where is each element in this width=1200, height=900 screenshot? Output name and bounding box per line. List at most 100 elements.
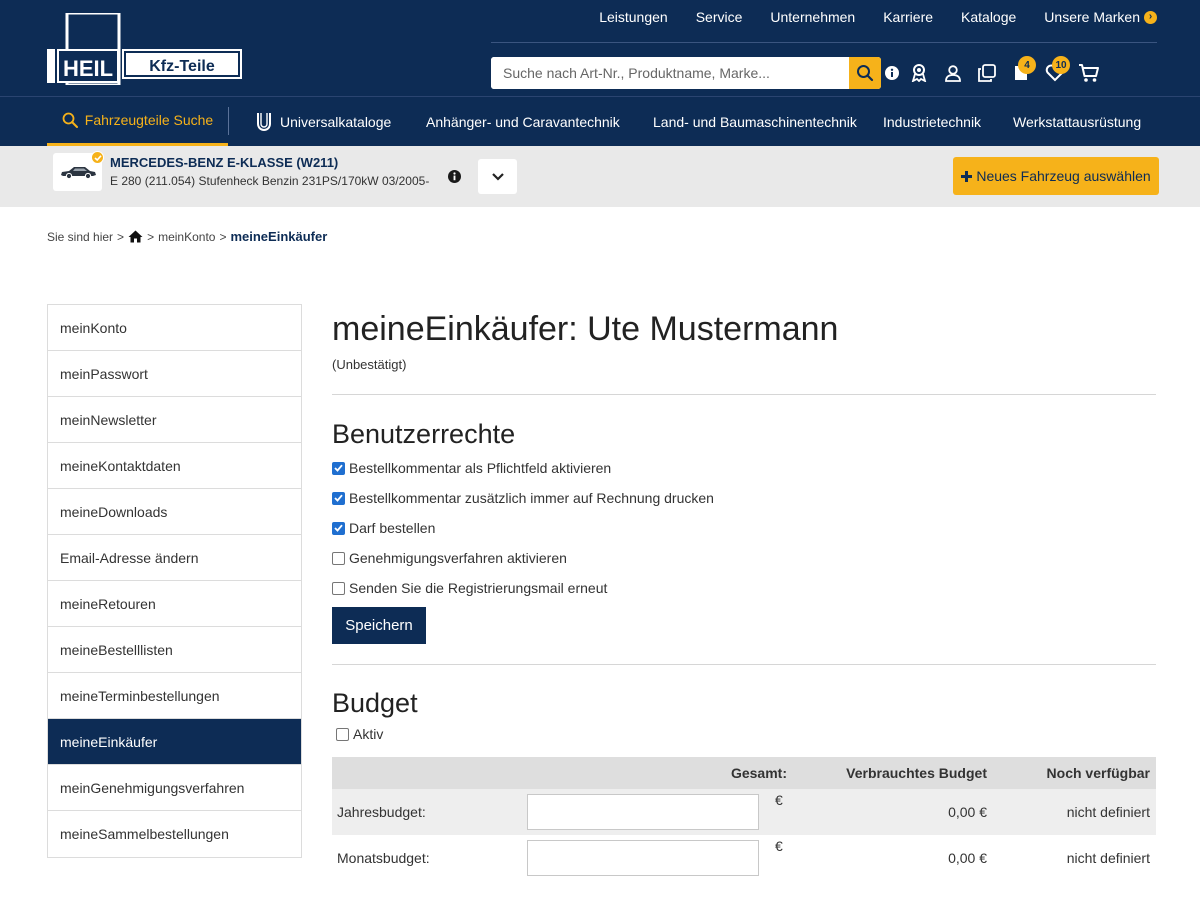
vehicle-info-icon[interactable] — [448, 170, 461, 183]
top-links: Leistungen Service Unternehmen Karriere … — [585, 8, 1157, 26]
checkbox-unchecked[interactable] — [332, 581, 345, 595]
page-title: meineEinkäufer: Ute Mustermann — [332, 310, 839, 348]
sidebar-item-meinebestelllisten[interactable]: meineBestelllisten — [48, 627, 301, 673]
checkbox-unchecked[interactable] — [336, 727, 349, 741]
toplink-kataloge[interactable]: Kataloge — [947, 8, 1030, 26]
toplink-karriere[interactable]: Karriere — [869, 8, 947, 26]
sidebar-item-meineeinkaeufer[interactable]: meineEinkäufer — [48, 719, 301, 765]
rights-list: Bestellkommentar als Pflichtfeld aktivie… — [332, 453, 1156, 603]
orders-badge: 4 — [1018, 56, 1036, 74]
monatsbudget-input[interactable] — [527, 840, 759, 876]
wishlist-button[interactable]: 10 — [1038, 56, 1072, 89]
nav-anhaenger-caravantechnik[interactable]: Anhänger- und Caravantechnik — [426, 97, 620, 146]
budget-row-input-cell: € — [527, 835, 787, 881]
breadcrumb-item-meinkonto[interactable]: meinKonto — [158, 230, 215, 244]
new-vehicle-button[interactable]: Neues Fahrzeug auswählen — [953, 157, 1159, 195]
sidebar-item-meinekontaktdaten[interactable]: meineKontaktdaten — [48, 443, 301, 489]
vehicle-selected-check-icon — [91, 151, 104, 164]
budget-title: Budget — [332, 688, 418, 718]
search-bar — [491, 57, 881, 89]
sidebar-item-email-aendern[interactable]: Email-Adresse ändern — [48, 535, 301, 581]
budget-row-available: nicht definiert — [1066, 804, 1150, 820]
jahresbudget-input[interactable] — [527, 794, 759, 830]
toplink-unternehmen[interactable]: Unternehmen — [756, 8, 869, 26]
budget-table-header: Gesamt: Verbrauchtes Budget Noch verfügb… — [332, 757, 1156, 789]
info-icon — [885, 66, 899, 80]
cart-button[interactable] — [1072, 57, 1106, 89]
sidebar-item-meinnewsletter[interactable]: meinNewsletter — [48, 397, 301, 443]
toplink-unsere-marken[interactable]: Unsere Marken › — [1030, 8, 1157, 26]
right-label: Genehmigungsverfahren aktivieren — [349, 550, 567, 566]
sidebar-item-meinpasswort[interactable]: meinPasswort — [48, 351, 301, 397]
right-rechnung-drucken[interactable]: Bestellkommentar zusätzlich immer auf Re… — [332, 483, 1156, 513]
table-row: Jahresbudget: € 0,00 € nicht definiert — [332, 789, 1156, 835]
sidebar-item-meinkonto[interactable]: meinKonto — [48, 305, 301, 351]
right-genehmigungsverfahren[interactable]: Genehmigungsverfahren aktivieren — [332, 543, 1156, 573]
compare-button[interactable] — [970, 57, 1004, 89]
account-button[interactable] — [936, 57, 970, 89]
right-darf-bestellen[interactable]: Darf bestellen — [332, 513, 1156, 543]
right-pflichtfeld[interactable]: Bestellkommentar als Pflichtfeld aktivie… — [332, 453, 1156, 483]
header-divider — [491, 42, 1157, 43]
search-icon — [857, 65, 874, 82]
section-divider — [332, 664, 1156, 665]
rights-title: Benutzerrechte — [332, 419, 516, 449]
breadcrumb: Sie sind hier > > meinKonto > meineEinkä… — [47, 229, 327, 244]
nav-land-baumaschinentechnik[interactable]: Land- und Baumaschinentechnik — [653, 97, 857, 146]
nav-industrietechnik[interactable]: Industrietechnik — [883, 97, 981, 146]
search-input[interactable] — [491, 57, 847, 89]
arrow-right-circle-icon: › — [1144, 10, 1157, 24]
toplink-service[interactable]: Service — [682, 8, 757, 26]
site-header: HEIL Kfz-Teile Leistungen Service Untern… — [0, 0, 1200, 96]
save-button[interactable]: Speichern — [332, 607, 426, 644]
sidebar-item-meinedownloads[interactable]: meineDownloads — [48, 489, 301, 535]
nav-fahrzeugteile-suche[interactable]: Fahrzeugteile Suche — [47, 97, 228, 146]
toplink-leistungen[interactable]: Leistungen — [585, 8, 682, 26]
budget-row-label: Monatsbudget: — [337, 850, 430, 866]
section-divider — [332, 394, 1156, 395]
vehicle-subtitle: E 280 (211.054) Stufenheck Benzin 231PS/… — [110, 174, 430, 188]
search-button[interactable] — [849, 57, 881, 89]
sidebar-item-meinesammelbestellungen[interactable]: meineSammelbestellungen — [48, 811, 301, 857]
award-button[interactable] — [902, 57, 936, 89]
nav-universalkataloge[interactable]: Universalkataloge — [256, 97, 391, 146]
info-button[interactable] — [882, 57, 902, 89]
vehicle-dropdown-toggle[interactable] — [478, 159, 517, 194]
nav-label: Universalkataloge — [280, 113, 392, 130]
logo-text-heil: HEIL — [63, 56, 113, 81]
sidebar-item-meineretouren[interactable]: meineRetouren — [48, 581, 301, 627]
search-icon — [62, 112, 78, 128]
sidebar-item-meingenehmigungsverfahren[interactable]: meinGenehmigungsverfahren — [48, 765, 301, 811]
right-registrierungsmail[interactable]: Senden Sie die Registrierungsmail erneut — [332, 573, 1156, 603]
checkbox-checked[interactable] — [332, 461, 345, 475]
budget-active[interactable]: Aktiv — [336, 721, 1156, 747]
breadcrumb-separator: > — [147, 229, 155, 244]
heil-logo[interactable]: HEIL Kfz-Teile — [47, 13, 244, 85]
right-label: Bestellkommentar zusätzlich immer auf Re… — [349, 490, 714, 506]
orders-button[interactable]: 4 — [1004, 56, 1038, 89]
sidebar-item-meineterminbestellungen[interactable]: meineTerminbestellungen — [48, 673, 301, 719]
vehicle-bar: MERCEDES-BENZ E-KLASSE (W211) E 280 (211… — [0, 146, 1200, 207]
breadcrumb-separator: > — [219, 229, 227, 244]
budget-header-empty — [332, 757, 527, 789]
plus-icon — [961, 170, 973, 182]
checkbox-checked[interactable] — [332, 491, 345, 505]
nav-label: Fahrzeugteile Suche — [84, 112, 214, 128]
nav-werkstattausruestung[interactable]: Werkstattausrüstung — [1013, 97, 1141, 146]
user-icon — [945, 64, 961, 82]
budget-table: Gesamt: Verbrauchtes Budget Noch verfügb… — [332, 757, 1156, 881]
main-content: meineEinkäufer: Ute Mustermann (Unbestät… — [332, 304, 1156, 881]
budget-row-available: nicht definiert — [1066, 850, 1150, 866]
award-icon — [911, 64, 927, 82]
car-icon — [60, 167, 96, 180]
checkbox-checked[interactable] — [332, 521, 345, 535]
header-icons: 4 10 — [882, 56, 1106, 89]
budget-header-used: Verbrauchtes Budget — [846, 765, 987, 781]
cart-icon — [1079, 64, 1099, 82]
checkbox-unchecked[interactable] — [332, 551, 345, 565]
right-label: Senden Sie die Registrierungsmail erneut — [349, 580, 608, 596]
right-label: Darf bestellen — [349, 520, 436, 536]
home-icon[interactable] — [128, 230, 143, 243]
new-vehicle-label: Neues Fahrzeug auswählen — [976, 168, 1151, 184]
budget-row-used: 0,00 € — [948, 850, 987, 866]
